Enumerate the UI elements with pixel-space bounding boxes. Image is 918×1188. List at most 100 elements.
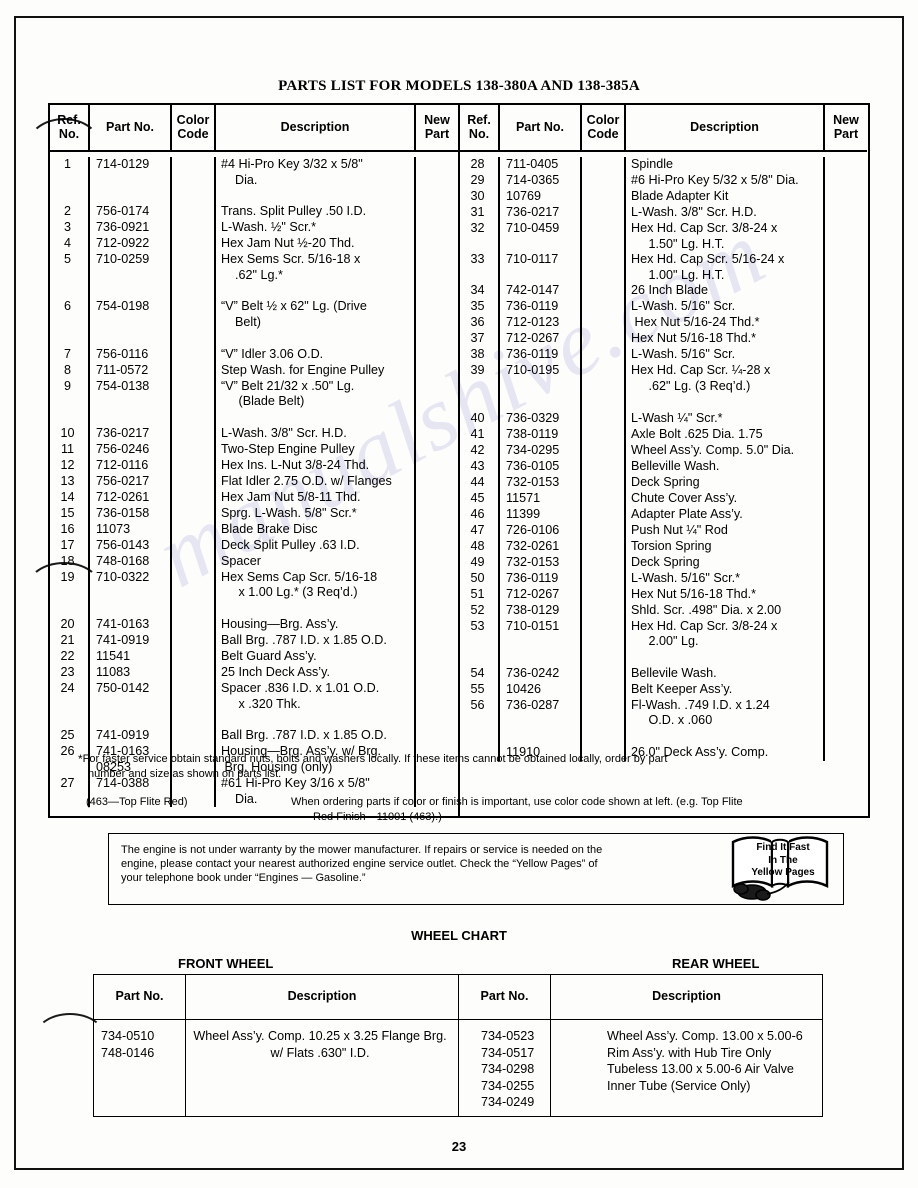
table-cell-empty: [216, 712, 416, 729]
front-wheel-part-numbers: 734-0510 748-0146: [94, 1020, 186, 1116]
cell-part-no: 10426: [500, 681, 582, 698]
cell-new-part: [825, 315, 867, 331]
cell-ref-no: 16: [50, 521, 90, 538]
cell-part-no: 756-0174: [90, 204, 172, 221]
cell-color-code: [172, 236, 216, 253]
cell-color-code: [172, 473, 216, 490]
table-row: 8 711-0572 Step Wash. for Engine Pulley: [50, 362, 458, 379]
table-row-spacer: [460, 728, 867, 745]
cell-description: L-Wash. 3/8" Scr. H.D.: [626, 205, 825, 221]
wheel-header-rear-part-no: Part No.: [459, 975, 551, 1019]
table-row: 18 748-0168 Spacer: [50, 553, 458, 570]
cell-description: Chute Cover Ass’y.: [626, 490, 825, 507]
color-note-line-1: When ordering parts if color or finish i…: [291, 796, 743, 808]
cell-part-no: 750-0142: [90, 680, 172, 713]
cell-ref-no: 37: [460, 331, 500, 348]
cell-ref-no: 13: [50, 473, 90, 490]
table-row: 37 712-0267 Hex Nut 5/16-18 Thd.*: [460, 331, 867, 348]
cell-new-part: [416, 728, 458, 744]
cell-ref-no: 44: [460, 474, 500, 491]
table-cell-empty: [582, 394, 626, 411]
color-code-example: (463—Top Flite Red): [86, 796, 188, 808]
cell-ref-no: 22: [50, 648, 90, 665]
cell-ref-no: 32: [460, 221, 500, 253]
cell-ref-no: 36: [460, 315, 500, 332]
rear-wheel-descriptions: Wheel Ass’y. Comp. 13.00 x 5.00-6 Rim As…: [607, 1029, 803, 1093]
table-header-row-left: Ref. No. Part No. Color Code Description…: [50, 105, 458, 152]
cell-description: Hex Hd. Cap Scr. ¼-28 x .62" Lg. (3 Req’…: [626, 363, 825, 395]
table-cell-empty: [90, 283, 172, 300]
cell-color-code: [172, 299, 216, 331]
table-row: 19 710-0322 Hex Sems Cap Scr. 5/16-18 x 1.…: [50, 569, 458, 601]
cell-color-code: [582, 697, 626, 729]
table-row: 21 741-0919 Ball Brg. .787 I.D. x 1.85 O.D…: [50, 632, 458, 649]
cell-new-part: [825, 682, 867, 698]
cell-new-part: [825, 189, 867, 205]
cell-color-code: [582, 458, 626, 475]
table-row: 49 732-0153 Deck Spring: [460, 554, 867, 571]
table-row: 33 710-0117 Hex Hd. Cap Scr. 5/16-24 x 1.0…: [460, 252, 867, 284]
cell-new-part: [416, 681, 458, 712]
cell-ref-no: 47: [460, 522, 500, 539]
cell-part-no: 738-0119: [500, 426, 582, 443]
cell-description: Hex Hd. Cap Scr. 3/8-24 x 2.00" Lg.: [626, 618, 825, 650]
cell-new-part: [416, 617, 458, 633]
table-cell-empty: [216, 330, 416, 347]
header-part-no: Part No.: [500, 105, 582, 150]
cell-part-no: 711-0405: [500, 157, 582, 173]
cell-new-part: [416, 538, 458, 554]
page-number: 23: [451, 1139, 467, 1154]
table-cell-empty: [825, 395, 867, 411]
cell-part-no: 736-0287: [500, 697, 582, 729]
cell-color-code: [582, 665, 626, 682]
cell-new-part: [416, 490, 458, 506]
table-cell-empty: [416, 331, 458, 347]
cell-color-code: [172, 252, 216, 284]
cell-ref-no: 10: [50, 425, 90, 442]
cell-ref-no: 43: [460, 458, 500, 475]
cell-part-no: 710-0195: [500, 363, 582, 395]
cell-ref-no: 39: [460, 363, 500, 395]
cell-part-no: 714-0365: [500, 173, 582, 189]
cell-color-code: [172, 521, 216, 538]
cell-description: Hex Sems Scr. 5/16-18 x .62" Lg.*: [216, 252, 416, 284]
cell-part-no: 711-0572: [90, 362, 172, 379]
cell-part-no: 11399: [500, 506, 582, 523]
cell-new-part: [825, 427, 867, 443]
table-cell-empty: [216, 409, 416, 426]
cell-color-code: [582, 283, 626, 300]
cell-new-part: [825, 173, 867, 189]
engine-text-line-2: engine, please contact your nearest auth…: [121, 858, 598, 870]
cell-ref-no: 24: [50, 680, 90, 713]
cell-ref-no: 1: [50, 157, 90, 189]
cell-description: Blade Brake Disc: [216, 521, 416, 538]
cell-part-no: 712-0261: [90, 489, 172, 506]
yellow-pages-badge: Find It Fast In The Yellow Pages: [727, 834, 839, 902]
header-color-code: Color Code: [172, 105, 216, 150]
wheel-chart-table: Part No. Description Part No. Descriptio…: [93, 974, 823, 1117]
table-row: 5 710-0259 Hex Sems Scr. 5/16-18 x .62" Lg…: [50, 252, 458, 284]
cell-part-no: 741-0163: [90, 616, 172, 633]
cell-ref-no: 4: [50, 236, 90, 253]
table-cell-empty: [460, 649, 500, 666]
front-wheel-descriptions: Wheel Ass’y. Comp. 10.25 x 3.25 Flange B…: [186, 1020, 459, 1116]
cell-ref-no: 28: [460, 157, 500, 173]
cell-ref-no: 9: [50, 378, 90, 410]
cell-color-code: [582, 554, 626, 571]
table-cell-empty: [90, 712, 172, 729]
cell-description: Belt Guard Ass’y.: [216, 648, 416, 665]
table-row-spacer: [50, 188, 458, 205]
table-row: 53 710-0151 Hex Hd. Cap Scr. 3/8-24 x 2.00…: [460, 618, 867, 650]
cell-ref-no: 45: [460, 490, 500, 507]
cell-new-part: [416, 299, 458, 330]
cell-color-code: [172, 664, 216, 681]
cell-part-no: 726-0106: [500, 522, 582, 539]
cell-color-code: [172, 648, 216, 665]
cell-description: L-Wash. ½" Scr.*: [216, 220, 416, 237]
cell-description: Sprg. L-Wash. 5/8" Scr.*: [216, 505, 416, 522]
cell-new-part: [416, 220, 458, 236]
table-row: 35 736-0119 L-Wash. 5/16" Scr.: [460, 299, 867, 316]
cell-color-code: [582, 506, 626, 523]
table-cell-empty: [416, 601, 458, 617]
cell-part-no: 754-0138: [90, 378, 172, 410]
